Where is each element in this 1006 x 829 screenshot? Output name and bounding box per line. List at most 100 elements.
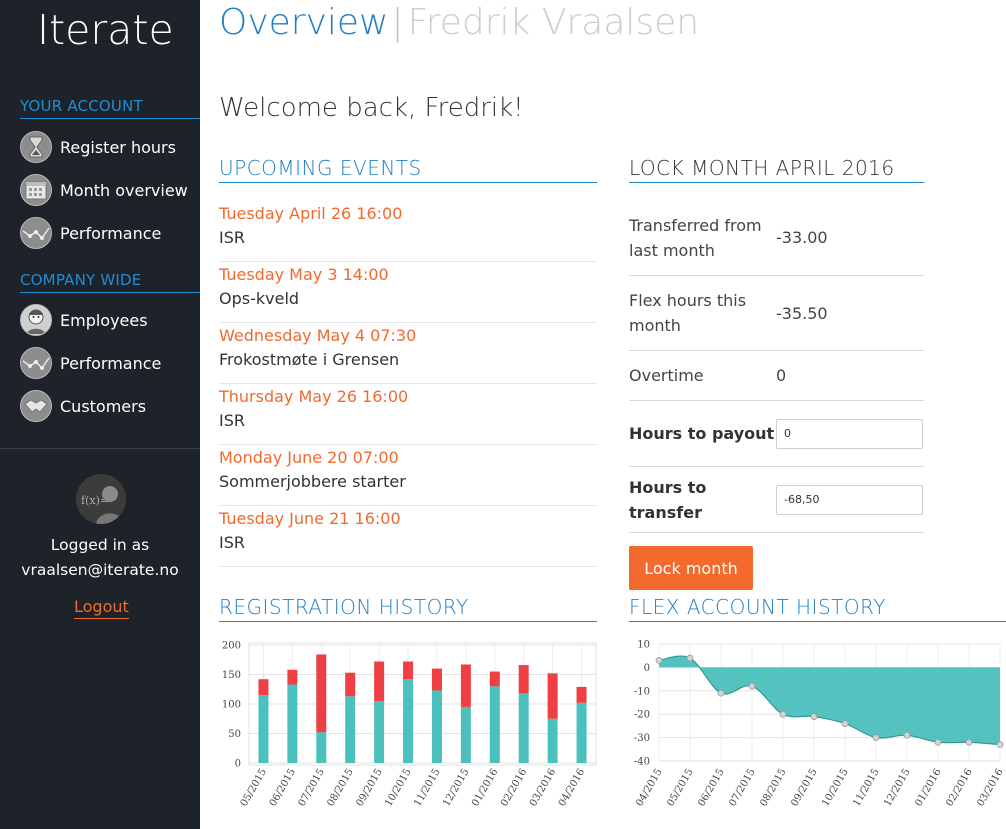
user-email: vraalsen@iterate.no xyxy=(21,561,179,579)
bar xyxy=(258,695,269,763)
sidebar-item-label: Performance xyxy=(60,223,162,243)
bar xyxy=(403,679,414,763)
calendar-icon xyxy=(20,174,52,206)
list-item: Tuesday June 21 16:00 ISR xyxy=(219,506,597,567)
overtime-value: 0 xyxy=(776,366,787,385)
overtime-label: Overtime xyxy=(629,366,704,385)
y-tick-label: -20 xyxy=(634,710,650,721)
logged-in-label: Logged in as xyxy=(50,536,150,554)
transfer-input[interactable] xyxy=(776,484,923,515)
data-point xyxy=(903,731,911,739)
x-tick-label: 10/2015 xyxy=(820,767,850,808)
x-tick-label: 04/2016 xyxy=(557,767,587,808)
data-point xyxy=(996,741,1004,749)
data-point xyxy=(934,738,942,746)
y-tick-label: -10 xyxy=(634,686,650,697)
sidebar-item-label: Employees xyxy=(60,310,148,330)
payout-label: Hours to payout xyxy=(629,424,775,443)
title-separator: | xyxy=(391,2,404,43)
sidebar-item-register-hours[interactable]: Register hours xyxy=(20,129,195,165)
payout-input[interactable] xyxy=(776,418,923,449)
page-title: Overview| Fredrik Vraalsen xyxy=(219,2,699,43)
flex-value: -35.50 xyxy=(776,303,828,323)
bar xyxy=(258,679,269,696)
data-point xyxy=(779,710,787,718)
y-tick-label: 200 xyxy=(222,641,241,652)
x-tick-label: 11/2015 xyxy=(851,767,881,808)
registration-history-heading: REGISTRATION HISTORY xyxy=(219,595,597,622)
page-title-user: Fredrik Vraalsen xyxy=(407,2,700,43)
y-tick-label: 0 xyxy=(644,663,650,674)
bar xyxy=(431,668,442,691)
bar xyxy=(287,669,298,685)
x-tick-label: 03/2016 xyxy=(528,767,558,808)
flex-account-history-chart: 10 0 -10 -20 -30 -4004/2015 05/2015 06/2015 07/2… xyxy=(634,640,1006,809)
event-time: Thursday May 26 16:00 xyxy=(219,387,409,406)
your-account-heading: YOUR ACCOUNT xyxy=(20,97,200,119)
transfer-label: Hours to transfer xyxy=(629,477,707,522)
data-point xyxy=(872,734,880,741)
bar xyxy=(316,732,327,763)
event-time: Tuesday May 3 14:00 xyxy=(219,265,389,284)
x-tick-label: 06/2015 xyxy=(268,767,298,808)
brand-logo[interactable]: Iterate xyxy=(37,6,174,54)
data-point xyxy=(686,654,694,662)
overtime-row: Overtime 0 xyxy=(629,351,924,401)
data-point xyxy=(748,682,756,690)
event-title: Ops-kveld xyxy=(219,289,300,308)
event-time: Tuesday April 26 16:00 xyxy=(219,204,403,223)
bar xyxy=(547,718,558,763)
bar xyxy=(460,664,471,707)
bar xyxy=(403,661,414,680)
sidebar-item-company-performance[interactable]: Performance xyxy=(20,345,195,381)
x-tick-label: 11/2015 xyxy=(412,767,442,808)
lock-month-button[interactable]: Lock month xyxy=(629,546,753,590)
y-tick-label: 10 xyxy=(637,640,650,651)
x-tick-label: 12/2015 xyxy=(441,767,471,808)
line-chart-icon xyxy=(20,217,52,249)
y-tick-label: -40 xyxy=(634,757,650,768)
bar xyxy=(345,696,356,763)
company-wide-heading: COMPANY WIDE xyxy=(20,271,200,293)
x-tick-label: 02/2016 xyxy=(499,767,529,808)
hourglass-icon xyxy=(20,131,52,163)
bar xyxy=(489,671,500,687)
data-point xyxy=(655,656,663,664)
bar xyxy=(316,654,327,733)
y-tick-label: -30 xyxy=(634,733,650,744)
event-title: Frokostmøte i Grensen xyxy=(219,350,400,369)
bar xyxy=(518,693,529,763)
sidebar-item-label: Month overview xyxy=(60,180,188,200)
sidebar-item-employees[interactable]: Employees xyxy=(20,302,195,338)
x-tick-label: 04/2015 xyxy=(634,767,664,808)
data-point xyxy=(841,720,849,727)
sidebar-item-customers[interactable]: Customers xyxy=(20,388,195,424)
registration-history-chart: 0 50 100 150 200 05/201506/201507/201508/2015… xyxy=(222,641,597,808)
event-title: ISR xyxy=(219,228,245,247)
x-tick-label: 08/2015 xyxy=(326,767,356,808)
logout-link[interactable]: Logout xyxy=(74,597,129,619)
avatar: f(x)= xyxy=(76,474,126,524)
event-time: Wednesday May 4 07:30 xyxy=(219,326,417,345)
x-tick-label: 12/2015 xyxy=(882,767,912,808)
data-point xyxy=(965,738,973,746)
event-title: ISR xyxy=(219,411,245,430)
lock-month-heading: LOCK MONTH APRIL 2016 xyxy=(629,156,924,183)
sidebar-item-performance[interactable]: Performance xyxy=(20,215,195,251)
lock-month-panel: Transferred from last month -33.00 Flex … xyxy=(629,200,924,533)
x-tick-label: 07/2015 xyxy=(297,767,327,808)
data-point xyxy=(717,689,725,697)
sidebar-item-month-overview[interactable]: Month overview xyxy=(20,172,195,208)
y-tick-label: 0 xyxy=(235,759,241,770)
flex-label: Flex hours this month xyxy=(629,291,747,335)
x-tick-label: 09/2015 xyxy=(354,767,384,808)
logged-in-info: Logged in as vraalsen@iterate.no xyxy=(0,533,200,583)
sidebar-divider xyxy=(0,448,200,449)
bar xyxy=(518,665,529,694)
flex-account-history-heading: FLEX ACCOUNT HISTORY xyxy=(629,595,1006,622)
x-tick-label: 06/2015 xyxy=(696,767,726,808)
event-title: Sommerjobbere starter xyxy=(219,472,406,491)
x-tick-label: 08/2015 xyxy=(758,767,788,808)
sidebar-item-label: Customers xyxy=(60,396,147,416)
x-tick-label: 03/2016 xyxy=(975,767,1005,808)
